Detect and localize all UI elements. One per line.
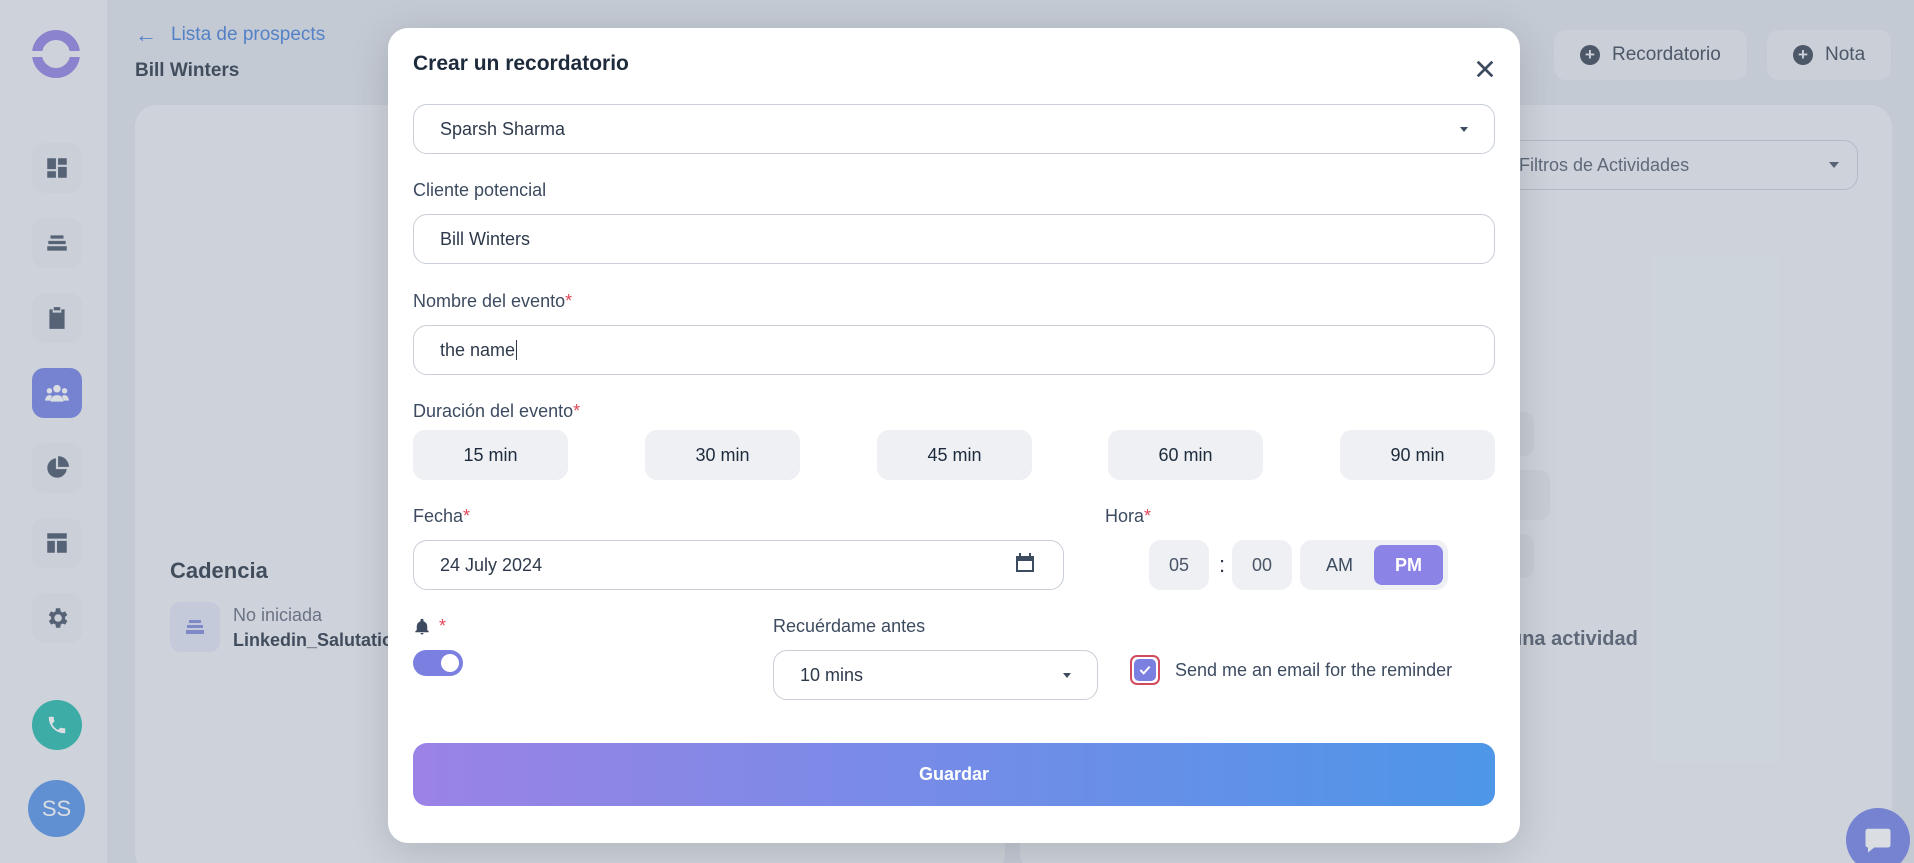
duration-90-button[interactable]: 90 min xyxy=(1340,430,1495,480)
event-name-input[interactable]: the name xyxy=(413,325,1495,375)
email-reminder-checkbox[interactable] xyxy=(1130,655,1160,685)
time-separator: : xyxy=(1219,552,1226,577)
lead-label: Cliente potencial xyxy=(413,180,547,200)
bell-icon xyxy=(415,618,429,634)
save-button[interactable]: Guardar xyxy=(413,743,1495,806)
hour-input[interactable]: 05 xyxy=(1149,540,1209,590)
am-button[interactable]: AM xyxy=(1305,545,1374,585)
close-button[interactable] xyxy=(1470,54,1500,84)
date-label: Fecha* xyxy=(413,506,471,526)
duration-30-button[interactable]: 30 min xyxy=(645,430,800,480)
caret-down-icon xyxy=(1460,126,1468,132)
text-cursor xyxy=(516,340,518,360)
email-reminder-label[interactable]: Send me an email for the reminder xyxy=(1175,660,1452,681)
notification-label: * xyxy=(413,616,446,637)
event-name-label: Nombre del evento* xyxy=(413,291,573,311)
minute-input[interactable]: 00 xyxy=(1232,540,1292,590)
assignee-select[interactable]: Sparsh Sharma xyxy=(413,104,1495,154)
modal-title: Crear un recordatorio xyxy=(413,52,629,75)
event-name-value: the name xyxy=(440,339,516,360)
date-value: 24 July 2024 xyxy=(440,554,543,575)
create-reminder-modal: Crear un recordatorio Sparsh Sharma Clie… xyxy=(388,28,1520,843)
date-input[interactable]: 24 July 2024 xyxy=(413,540,1064,590)
lead-value: Bill Winters xyxy=(440,228,531,249)
duration-45-button[interactable]: 45 min xyxy=(877,430,1032,480)
duration-15-button[interactable]: 15 min xyxy=(413,430,568,480)
remind-before-select[interactable]: 10 mins xyxy=(773,650,1098,700)
duration-60-button[interactable]: 60 min xyxy=(1108,430,1263,480)
duration-label: Duración del evento* xyxy=(413,401,581,421)
close-icon xyxy=(1476,60,1494,78)
pm-button[interactable]: PM xyxy=(1374,545,1443,585)
remind-before-value: 10 mins xyxy=(800,664,864,685)
time-label: Hora* xyxy=(1105,506,1152,526)
notification-toggle[interactable] xyxy=(413,650,463,676)
lead-field[interactable]: Bill Winters xyxy=(413,214,1495,264)
remind-before-label: Recuérdame antes xyxy=(773,616,926,636)
caret-down-icon xyxy=(1063,672,1071,678)
assignee-value: Sparsh Sharma xyxy=(440,118,566,139)
am-pm-toggle: AM PM xyxy=(1300,540,1448,590)
calendar-icon[interactable] xyxy=(1013,551,1037,580)
check-icon xyxy=(1139,665,1151,675)
